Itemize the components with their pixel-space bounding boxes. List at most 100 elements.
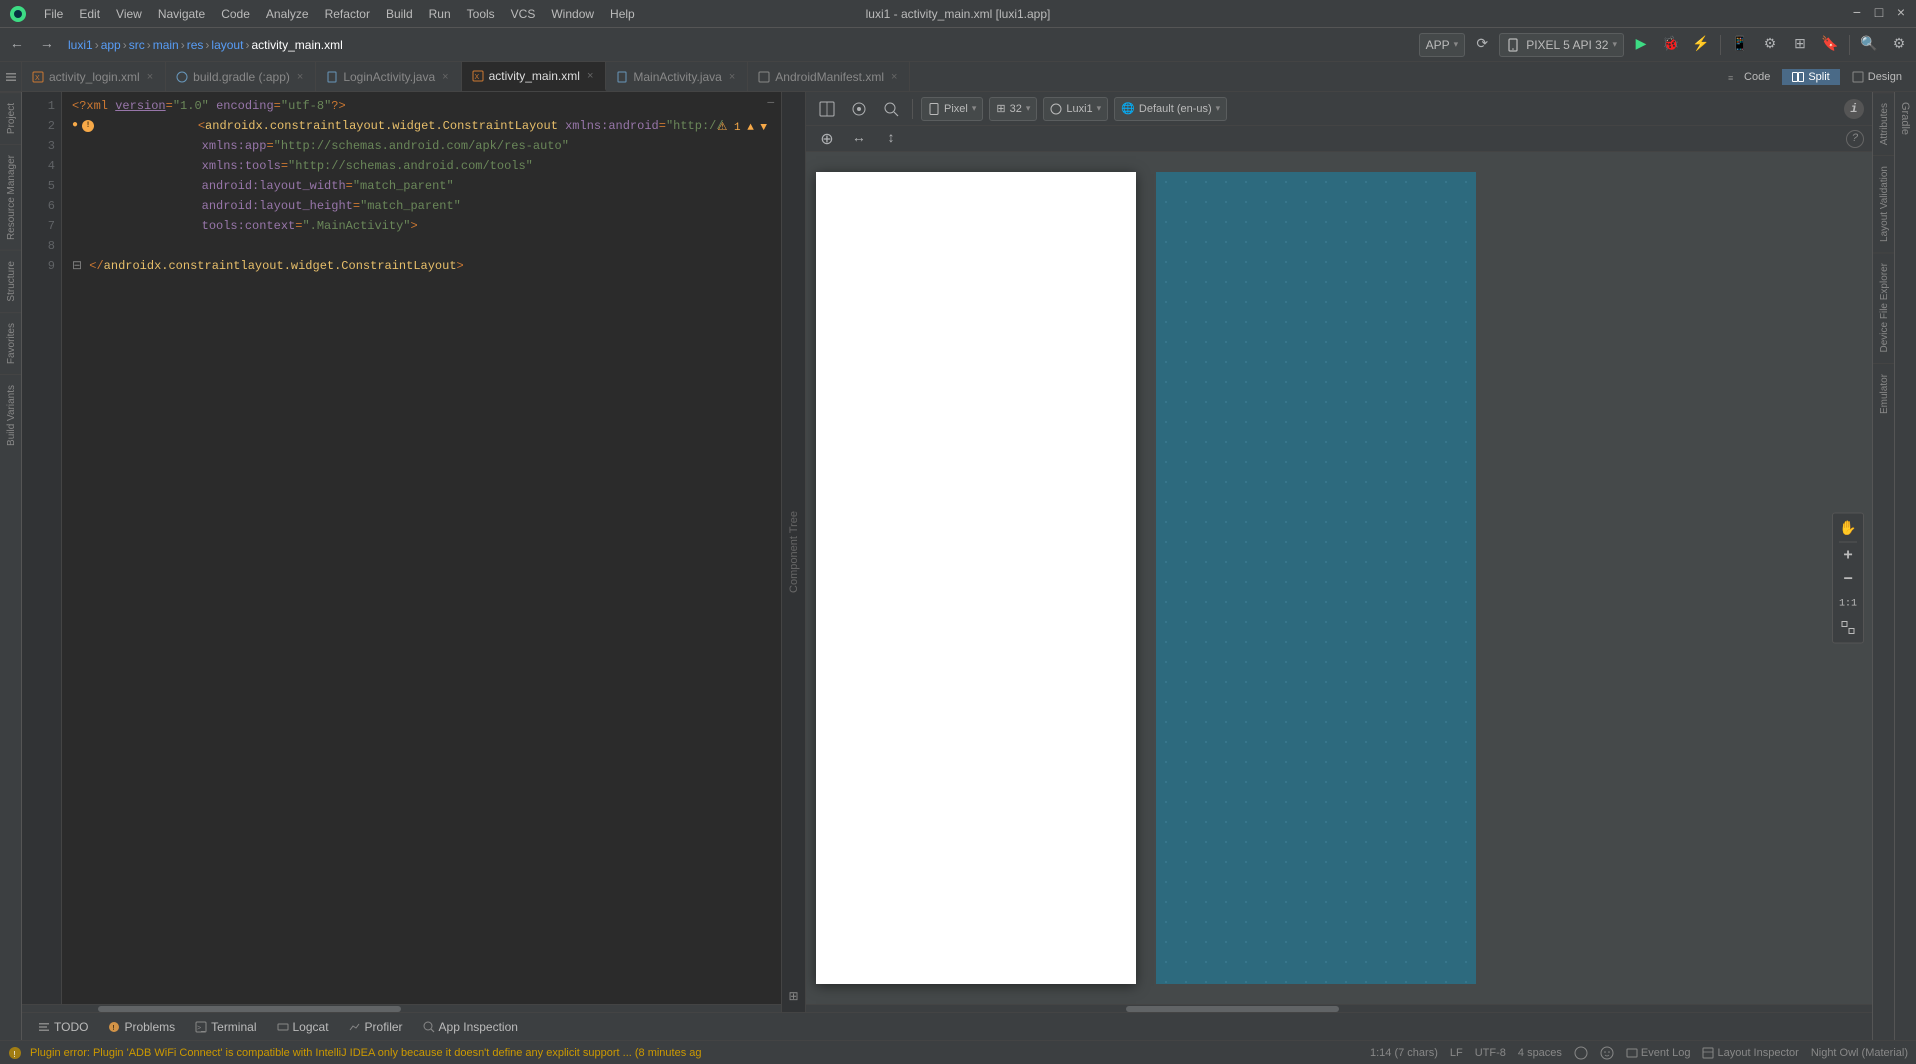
left-panel-toggle[interactable] [0, 62, 22, 91]
minimize-button[interactable]: − [1850, 7, 1864, 21]
breadcrumb-luxi1[interactable]: luxi1 [68, 38, 93, 52]
design-info-button[interactable]: i [1844, 99, 1864, 119]
tab-close-main-java[interactable]: × [727, 70, 737, 84]
event-log-button[interactable]: Event Log [1626, 1047, 1691, 1059]
zoom-reset-button[interactable]: 1:1 [1837, 593, 1859, 615]
profiler-button[interactable]: Profiler [341, 1018, 411, 1036]
app-inspection-button[interactable]: App Inspection [415, 1018, 526, 1036]
structure-button[interactable]: ⊞ [1787, 32, 1813, 58]
layout-validation-tab[interactable]: Layout Validation [1873, 155, 1894, 252]
editor-collapse-button[interactable]: − [767, 96, 775, 112]
zoom-fit-button[interactable] [1837, 617, 1859, 639]
profile-button[interactable]: ⚡ [1688, 32, 1714, 58]
design-scale-selector[interactable]: ⊞ 32 ▾ [989, 97, 1037, 121]
status-right: 1:14 (7 chars) LF UTF-8 4 spaces Event L… [1370, 1046, 1908, 1060]
emulator-tab[interactable]: Emulator [1873, 363, 1894, 424]
menu-item-window[interactable]: Window [543, 0, 602, 27]
tab-close-login-xml[interactable]: × [145, 70, 155, 84]
menu-item-edit[interactable]: Edit [71, 0, 108, 27]
menu-item-analyze[interactable]: Analyze [258, 0, 317, 27]
problems-button[interactable]: ! Problems [100, 1018, 183, 1036]
run-button[interactable]: ▶ [1628, 32, 1654, 58]
device-selector[interactable]: PIXEL 5 API 32 ▾ [1499, 33, 1624, 57]
attributes-tab[interactable]: Attributes [1873, 92, 1894, 155]
menu-item-tools[interactable]: Tools [459, 0, 503, 27]
force-layout-button[interactable] [814, 96, 840, 122]
favorites-tab[interactable]: Favorites [0, 312, 21, 374]
breadcrumb-main[interactable]: main [153, 38, 179, 52]
device-file-explorer-tab[interactable]: Device File Explorer [1873, 252, 1894, 362]
breadcrumb-res[interactable]: res [187, 38, 204, 52]
feedback-icon[interactable] [1600, 1046, 1614, 1060]
menu-item-file[interactable]: File [36, 0, 71, 27]
breadcrumb-src[interactable]: src [129, 38, 145, 52]
design-theme-selector[interactable]: Luxi1 ▾ [1043, 97, 1108, 121]
tab-login-activity-java[interactable]: LoginActivity.java × [316, 62, 461, 91]
tab-close-login-java[interactable]: × [440, 70, 450, 84]
breadcrumb-layout[interactable]: layout [211, 38, 243, 52]
flip-h-button[interactable]: ↔ [846, 126, 872, 152]
zoom-out-button[interactable]: − [1837, 569, 1859, 591]
tab-close-main-xml[interactable]: × [585, 69, 595, 83]
design-scrollbar-h[interactable] [806, 1004, 1872, 1012]
code-content[interactable]: <?xml version="1.0" encoding="utf-8"?> ●… [62, 92, 781, 1004]
sdk-button[interactable]: ⚙ [1757, 32, 1783, 58]
pan-button[interactable]: ✋ [1837, 518, 1859, 540]
menu-item-refactor[interactable]: Refactor [317, 0, 378, 27]
flip-v-button[interactable]: ↕ [878, 126, 904, 152]
avd-button[interactable]: 📱 [1727, 32, 1753, 58]
project-panel-tab[interactable]: Project [0, 92, 21, 144]
design-canvas[interactable]: ✋ + − 1:1 [806, 152, 1872, 1004]
structure-tab[interactable]: Structure [0, 250, 21, 312]
menu-bar: File Edit View Navigate Code Analyze Ref… [0, 0, 1916, 28]
menu-item-vcs[interactable]: VCS [503, 0, 544, 27]
editor-scrollbar-h[interactable] [22, 1004, 781, 1012]
back-button[interactable]: ← [4, 32, 30, 58]
svg-text:>_: >_ [197, 1025, 205, 1032]
terminal-button[interactable]: >_ Terminal [187, 1018, 264, 1036]
component-tree-icon[interactable]: ⊞ [788, 989, 798, 1004]
bookmarks-button[interactable]: 🔖 [1817, 32, 1843, 58]
settings-button[interactable]: ⚙ [1886, 32, 1912, 58]
code-editor[interactable]: 1 2 3 4 5 6 7 8 9 <?xml versio [22, 92, 781, 1004]
app-selector[interactable]: APP ▾ [1419, 33, 1466, 57]
zoom-in-button[interactable]: + [1837, 545, 1859, 567]
design-locale-selector[interactable]: 🌐 Default (en-us) ▾ [1114, 97, 1227, 121]
menu-item-code[interactable]: Code [213, 0, 258, 27]
breadcrumb-app[interactable]: app [101, 38, 121, 52]
debug-button[interactable]: 🐞 [1658, 32, 1684, 58]
pan-tool-button[interactable]: ⊕ [814, 126, 840, 152]
zoom-to-fit-button[interactable] [878, 96, 904, 122]
tab-close-manifest[interactable]: × [889, 70, 899, 84]
close-button[interactable]: × [1894, 7, 1908, 21]
forward-button[interactable]: → [34, 32, 60, 58]
tab-main-activity-java[interactable]: MainActivity.java × [606, 62, 748, 91]
logcat-button[interactable]: Logcat [269, 1018, 337, 1036]
tab-build-gradle[interactable]: build.gradle (:app) × [166, 62, 316, 91]
code-view-button[interactable]: ≡ Code [1718, 69, 1780, 85]
window-controls: − □ × [1850, 0, 1908, 28]
menu-item-navigate[interactable]: Navigate [150, 0, 213, 27]
design-help-button[interactable]: ? [1846, 130, 1864, 148]
tab-activity-main-xml[interactable]: X activity_main.xml × [462, 62, 607, 91]
tab-close-gradle[interactable]: × [295, 70, 305, 84]
menu-item-build[interactable]: Build [378, 0, 421, 27]
split-view-button[interactable]: Split [1782, 69, 1839, 85]
gradle-tab[interactable]: Gradle [1895, 92, 1915, 145]
todo-button[interactable]: TODO [30, 1018, 96, 1036]
menu-item-help[interactable]: Help [602, 0, 643, 27]
menu-item-run[interactable]: Run [421, 0, 459, 27]
build-variants-tab[interactable]: Build Variants [0, 374, 21, 456]
tab-activity-login-xml[interactable]: X activity_login.xml × [22, 62, 166, 91]
show-constraints-button[interactable] [846, 96, 872, 122]
restore-button[interactable]: □ [1872, 7, 1886, 21]
tab-android-manifest[interactable]: AndroidManifest.xml × [748, 62, 910, 91]
layout-inspector-button[interactable]: Layout Inspector [1702, 1047, 1798, 1059]
breadcrumb-file[interactable]: activity_main.xml [251, 38, 342, 52]
search-button[interactable]: 🔍 [1856, 32, 1882, 58]
menu-item-view[interactable]: View [108, 0, 150, 27]
sync-button[interactable]: ⟳ [1469, 32, 1495, 58]
design-device-selector[interactable]: Pixel ▾ [921, 97, 983, 121]
design-view-button[interactable]: Design [1842, 69, 1912, 85]
resource-manager-tab[interactable]: Resource Manager [0, 144, 21, 250]
